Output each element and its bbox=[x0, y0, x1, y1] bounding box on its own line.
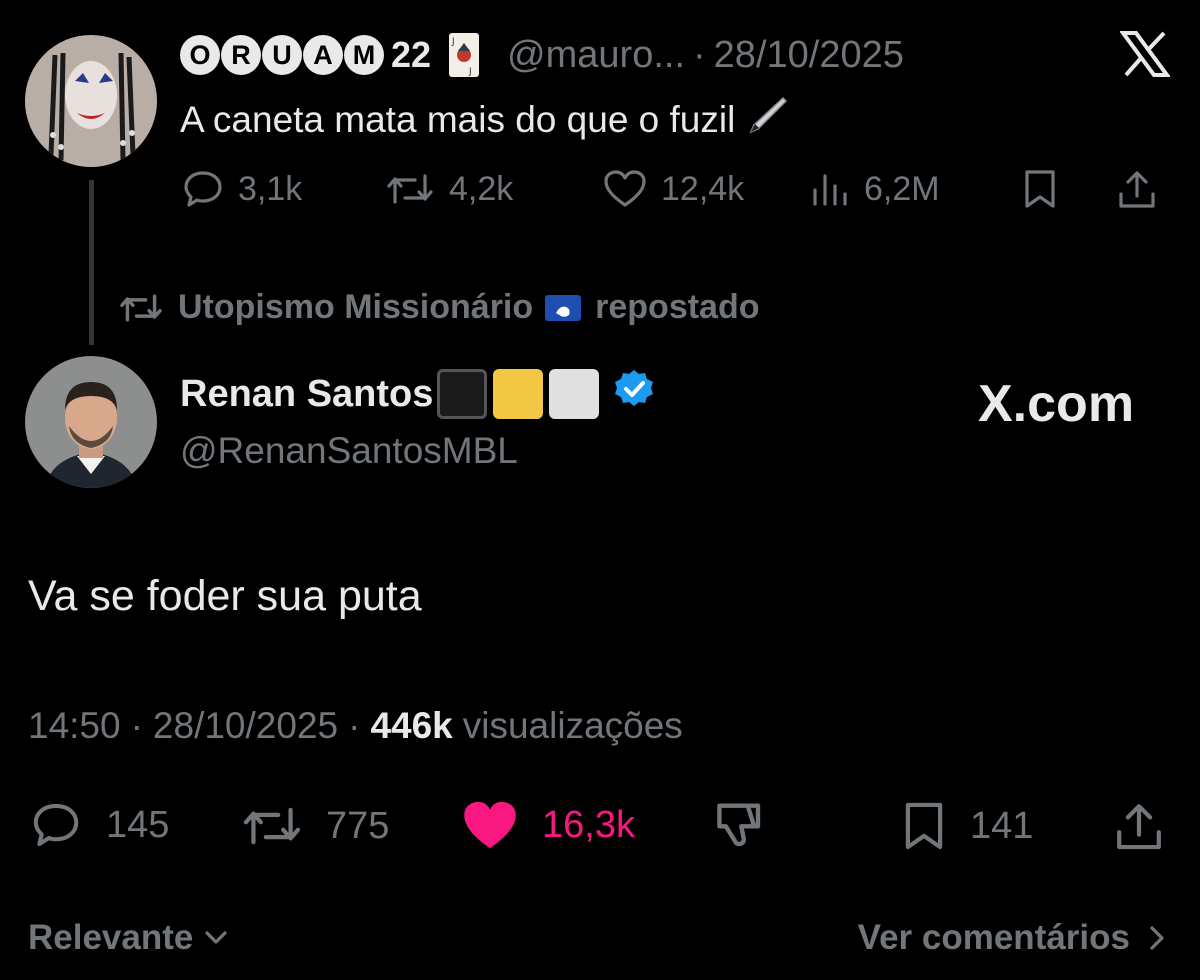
share-action[interactable] bbox=[1116, 168, 1158, 210]
tweet-time[interactable]: 14:50 bbox=[28, 705, 121, 747]
repost-count: 775 bbox=[326, 804, 390, 847]
bookmark-action[interactable] bbox=[1022, 168, 1058, 210]
comments-label: Ver comentários bbox=[857, 918, 1130, 957]
tweet-text: Va se foder sua puta bbox=[28, 572, 422, 620]
like-action[interactable]: 16,3k bbox=[460, 798, 635, 852]
tweet-text: A caneta mata mais do que o fuzil bbox=[180, 98, 736, 140]
thread-line bbox=[89, 180, 94, 345]
black-square-emoji bbox=[437, 369, 488, 419]
quoted-tweet-text: A caneta mata mais do que o fuzil bbox=[180, 94, 789, 145]
repost-action[interactable]: 775 bbox=[240, 800, 389, 852]
like-action[interactable]: 12,4k bbox=[603, 168, 744, 210]
heart-filled-icon bbox=[464, 801, 516, 849]
white-square-emoji bbox=[549, 369, 600, 419]
avatar-face-icon bbox=[25, 35, 157, 167]
reply-action[interactable]: 3,1k bbox=[182, 168, 302, 210]
main-tweet-name-row: Renan Santos bbox=[180, 368, 655, 420]
name-letter: U bbox=[262, 35, 302, 75]
views-count: 446k bbox=[370, 705, 453, 746]
name-letter: A bbox=[303, 35, 343, 75]
quoted-tweet-header: O R U A M 22 JJ @mauro... · 28/10/2025 bbox=[180, 30, 904, 80]
display-name[interactable]: Renan Santos bbox=[180, 373, 433, 416]
dislike-action[interactable] bbox=[712, 798, 768, 852]
separator: · bbox=[693, 33, 706, 76]
views-count: 6,2M bbox=[864, 169, 940, 208]
tweet-date[interactable]: 28/10/2025 bbox=[153, 705, 338, 747]
repost-suffix: repostado bbox=[595, 288, 760, 326]
separator: · bbox=[348, 705, 361, 746]
handle[interactable]: @RenanSantosMBL bbox=[180, 430, 518, 472]
reply-count: 3,1k bbox=[238, 169, 303, 208]
chevron-right-icon bbox=[1150, 926, 1164, 950]
tweet-date[interactable]: 28/10/2025 bbox=[714, 34, 904, 77]
sort-label: Relevante bbox=[28, 918, 194, 957]
brand-label: X.com bbox=[978, 375, 1135, 433]
views-action[interactable]: 6,2M bbox=[810, 168, 940, 210]
bookmark-count: 141 bbox=[970, 804, 1034, 847]
name-suffix: 22 bbox=[391, 34, 432, 75]
avatar-renan[interactable] bbox=[25, 356, 157, 488]
views-icon bbox=[813, 174, 847, 206]
avatar-oruam[interactable] bbox=[25, 35, 157, 167]
repost-icon bbox=[120, 294, 162, 321]
name-letter: M bbox=[344, 35, 384, 75]
svg-text:J: J bbox=[451, 37, 455, 47]
joker-card-icon: JJ bbox=[449, 33, 480, 77]
repost-icon bbox=[243, 807, 301, 845]
pen-icon bbox=[747, 94, 789, 145]
share-icon bbox=[1119, 171, 1155, 208]
like-count: 12,4k bbox=[661, 169, 745, 208]
bookmark-icon bbox=[1025, 170, 1055, 208]
repost-count: 4,2k bbox=[449, 169, 514, 208]
share-action[interactable] bbox=[1112, 800, 1166, 852]
bookmark-icon bbox=[905, 802, 943, 850]
name-letter: R bbox=[221, 35, 261, 75]
repost-action[interactable]: 4,2k bbox=[385, 168, 513, 210]
tweet-meta: 14:50 · 28/10/2025 · 446k visualizações bbox=[28, 705, 683, 747]
reply-action[interactable]: 145 bbox=[28, 800, 169, 850]
reply-count: 145 bbox=[106, 803, 170, 846]
reply-icon bbox=[33, 803, 79, 847]
reply-icon bbox=[184, 171, 222, 207]
repost-icon bbox=[387, 174, 433, 204]
display-name[interactable]: O R U A M 22 bbox=[180, 34, 431, 76]
separator: · bbox=[130, 705, 143, 746]
share-icon bbox=[1117, 804, 1161, 850]
svg-text:J: J bbox=[468, 67, 472, 77]
yellow-square-emoji bbox=[493, 369, 544, 419]
bookmark-action[interactable]: 141 bbox=[900, 800, 1033, 852]
view-comments-link[interactable]: Ver comentários bbox=[858, 918, 1172, 958]
sort-dropdown[interactable]: Relevante bbox=[28, 918, 231, 958]
like-icon bbox=[604, 170, 646, 207]
handle[interactable]: @mauro... bbox=[507, 34, 685, 77]
verified-badge-icon bbox=[613, 368, 655, 420]
views-label: visualizações bbox=[462, 705, 683, 746]
x-logo-icon[interactable] bbox=[1119, 30, 1171, 78]
chevron-down-icon bbox=[205, 931, 227, 944]
flag-icon bbox=[545, 294, 582, 321]
reposter-name[interactable]: Utopismo Missionário bbox=[178, 288, 533, 327]
name-letter: O bbox=[180, 35, 220, 75]
like-count: 16,3k bbox=[542, 803, 635, 846]
repost-banner[interactable]: Utopismo Missionário repostado bbox=[118, 288, 760, 327]
dislike-icon bbox=[717, 803, 761, 847]
